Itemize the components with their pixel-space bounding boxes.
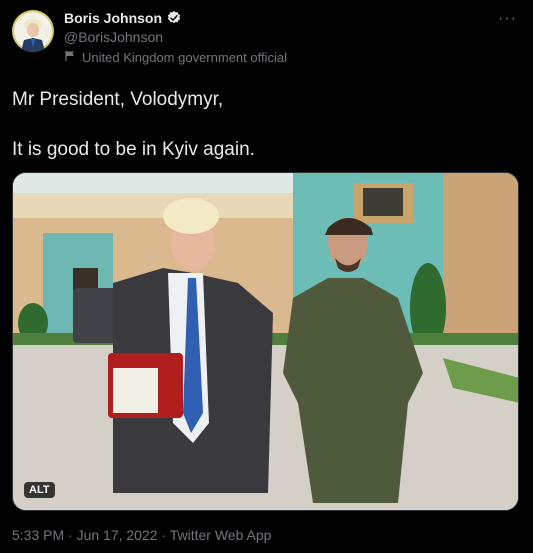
tweet-text: Mr President, Volodymyr, It is good to b… [12, 89, 255, 160]
government-label[interactable]: United Kingdom government official [64, 50, 287, 65]
avatar[interactable] [12, 10, 54, 52]
author-name-row: Boris Johnson [64, 10, 182, 26]
alt-text-badge[interactable]: ALT [24, 482, 55, 498]
tweet-container: Boris Johnson @BorisJohnson United Kingd… [0, 0, 533, 553]
flag-icon [64, 50, 76, 65]
government-label-text: United Kingdom government official [82, 50, 287, 65]
verified-badge-icon [166, 10, 182, 26]
author-handle[interactable]: @BorisJohnson [64, 29, 163, 45]
more-options-icon[interactable]: ··· [498, 10, 517, 28]
tweet-photo[interactable]: ALT [12, 172, 519, 511]
author-name[interactable]: Boris Johnson [64, 10, 162, 26]
tweet-timestamp[interactable]: 5:33 PM · Jun 17, 2022 · Twitter Web App [12, 527, 271, 543]
